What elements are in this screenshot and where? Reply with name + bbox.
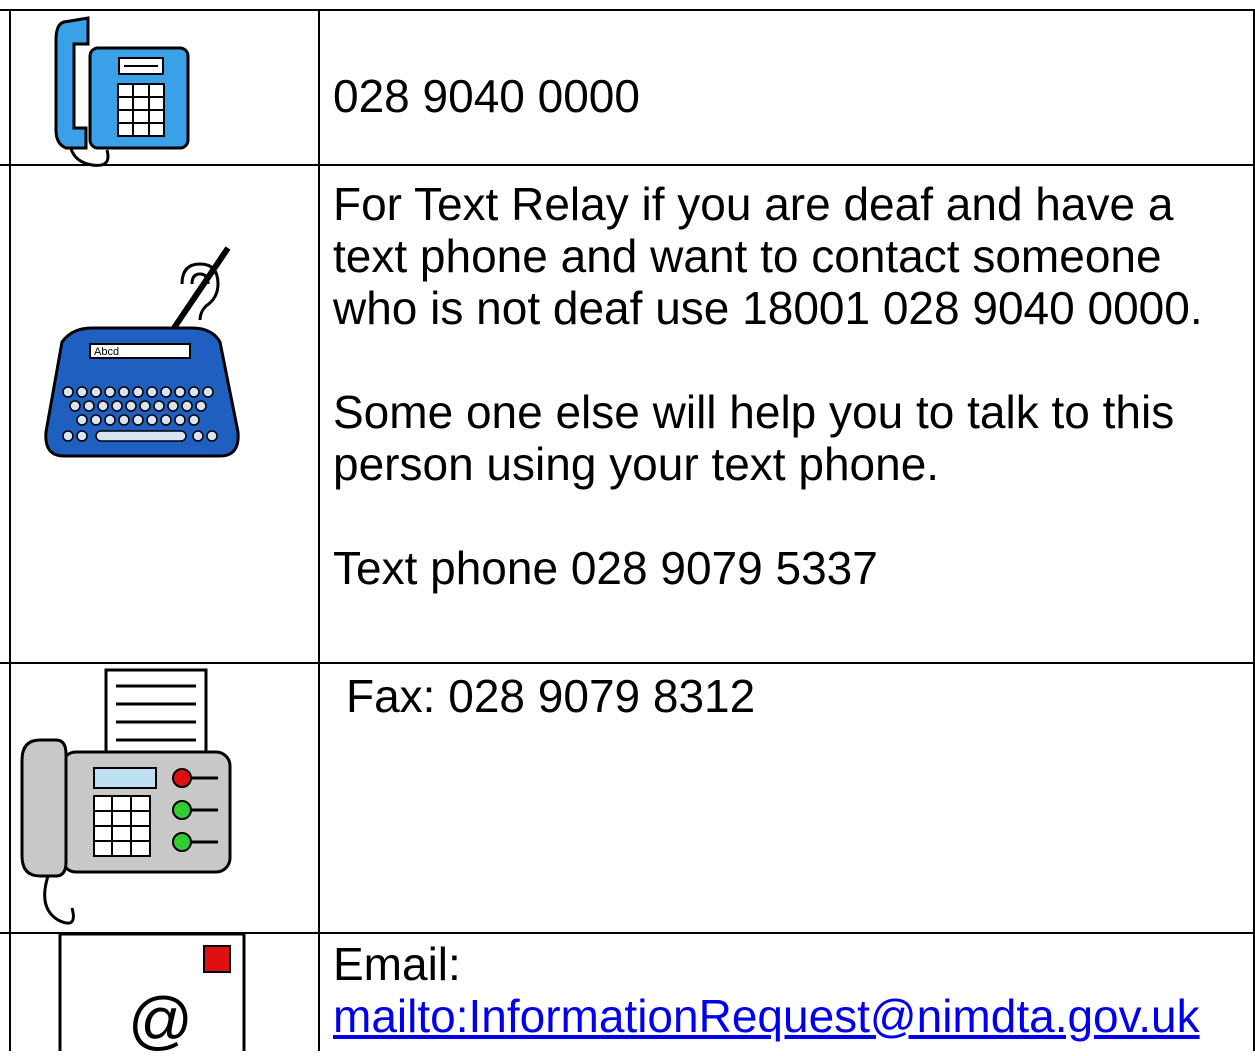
- email-link[interactable]: mailto:InformationRequest@nimdta.gov.uk: [333, 990, 1200, 1042]
- fax-number: Fax: 028 9079 8312: [346, 670, 756, 722]
- text-relay-info: For Text Relay if you are deaf and have …: [333, 178, 1203, 594]
- svg-text:@: @: [128, 984, 193, 1051]
- row-divider: [0, 662, 1255, 664]
- email-label: Email:: [333, 938, 461, 990]
- email-at-icon: @: [58, 932, 248, 1056]
- text-relay-line: who is not deaf use 18001 028 9040 0000.: [333, 282, 1203, 334]
- fax-machine-icon: [18, 668, 238, 938]
- phone-number: 028 9040 0000: [333, 70, 640, 122]
- email-info: Email: mailto:InformationRequest@nimdta.…: [333, 938, 1200, 1042]
- text-phone-icon: Abcd: [42, 242, 242, 477]
- text-relay-line: For Text Relay if you are deaf and have …: [333, 178, 1174, 230]
- telephone-icon: [52, 10, 192, 175]
- text-relay-line: text phone and want to contact someone: [333, 230, 1162, 282]
- text-relay-line: Some one else will help you to talk to t…: [333, 386, 1175, 438]
- column-divider: [318, 9, 320, 1051]
- display-text: Abcd: [94, 346, 119, 358]
- text-phone-number: Text phone 028 9079 5337: [333, 542, 878, 594]
- text-relay-line: person using your text phone.: [333, 438, 940, 490]
- contact-table: 028 9040 0000 Abcd For Text Relay if you…: [0, 0, 1255, 1056]
- table-border-left: [9, 9, 11, 1051]
